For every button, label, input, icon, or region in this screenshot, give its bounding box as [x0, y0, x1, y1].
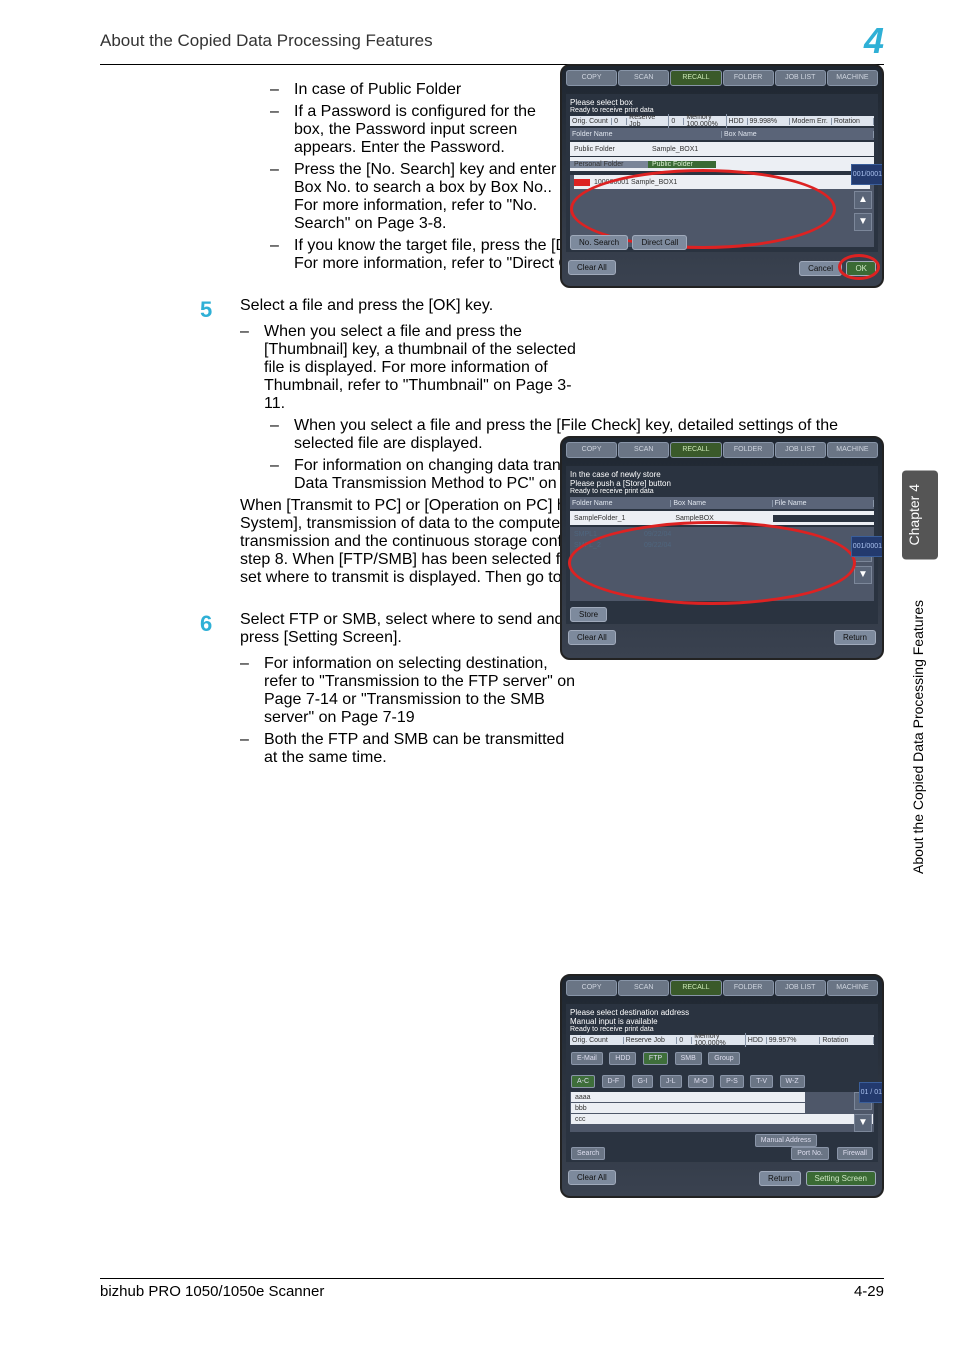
- body-text: If a Password is configured for the box,…: [294, 103, 570, 157]
- firewall-button: Firewall: [837, 1147, 873, 1160]
- sc-tab: SCAN: [618, 70, 669, 86]
- step-number: 5: [200, 297, 240, 323]
- screenshot-ftp-smb: COPY SCAN RECALL FOLDER JOB LIST MACHINE…: [560, 974, 884, 1198]
- sc-status-cell: Orig. Count: [570, 118, 612, 125]
- clear-all-button: Clear All: [568, 260, 616, 275]
- step-number: 6: [200, 611, 240, 637]
- sc-page-badge: 001/0001: [851, 536, 884, 557]
- sc-tab: RECALL: [670, 70, 721, 86]
- body-text: Press the [No. Search] key and enter a B…: [294, 161, 570, 233]
- port-no-button: Port No.: [791, 1147, 829, 1160]
- sc-tab: COPY: [566, 70, 617, 86]
- clear-all-button: Clear All: [568, 630, 616, 645]
- store-button: Store: [570, 607, 607, 622]
- body-text: Both the FTP and SMB can be transmitted …: [264, 731, 580, 767]
- bullet-dash: –: [270, 81, 294, 99]
- footer-page: 4-29: [854, 1283, 884, 1300]
- body-text: In case of Public Folder: [294, 81, 461, 99]
- down-arrow-icon: ▼: [854, 1114, 872, 1132]
- up-arrow-icon: ▲: [854, 191, 872, 209]
- body-text: For information on selecting destination…: [264, 655, 580, 727]
- down-arrow-icon: ▼: [854, 213, 872, 231]
- step-intro: Select a file and press the [OK] key.: [240, 297, 580, 315]
- footer-product: bizhub PRO 1050/1050e Scanner: [100, 1283, 324, 1300]
- sc-page-badge: 001/0001: [851, 164, 884, 185]
- sc-tab: FOLDER: [723, 70, 774, 86]
- sc-folder-selected: Public Folder: [648, 161, 716, 168]
- sc-banner: Please select box: [570, 98, 874, 107]
- setting-screen-button: Setting Screen: [806, 1171, 876, 1186]
- cancel-button: Cancel: [799, 261, 842, 276]
- sc-folder-tab: Public Folder: [570, 146, 648, 153]
- page-title: About the Copied Data Processing Feature…: [100, 31, 433, 51]
- chapter-tab: Chapter 4: [902, 470, 938, 559]
- sc-folder-tab: Personal Folder: [570, 161, 648, 168]
- body-text: When you select a file and press the [Th…: [264, 323, 580, 413]
- sc-page-badge: 01 / 01: [859, 1082, 884, 1103]
- return-button: Return: [759, 1171, 801, 1186]
- chapter-number-icon: 4: [864, 20, 884, 62]
- direct-call-button: Direct Call: [632, 235, 687, 250]
- sc-status: Ready to receive print data: [570, 107, 874, 114]
- screenshot-select-file: COPY SCAN RECALL FOLDER JOB LIST MACHINE…: [560, 436, 884, 660]
- sc-box-name: Sample_BOX1: [648, 146, 874, 153]
- sc-banner: In the case of newly store: [570, 470, 874, 479]
- screenshot-select-box: COPY SCAN RECALL FOLDER JOB LIST MACHINE…: [560, 64, 884, 288]
- section-tab: About the Copied Data Processing Feature…: [910, 600, 938, 874]
- step-intro: Select FTP or SMB, select where to send …: [240, 611, 580, 647]
- clear-all-button: Clear All: [568, 1170, 616, 1185]
- search-button: Search: [571, 1147, 605, 1160]
- ftp-tab: FTP: [643, 1052, 668, 1065]
- no-search-button: No. Search: [570, 235, 628, 250]
- sc-tab: JOB LIST: [775, 70, 826, 86]
- return-button: Return: [834, 630, 876, 645]
- sc-tab: MACHINE: [827, 70, 878, 86]
- down-arrow-icon: ▼: [854, 566, 872, 584]
